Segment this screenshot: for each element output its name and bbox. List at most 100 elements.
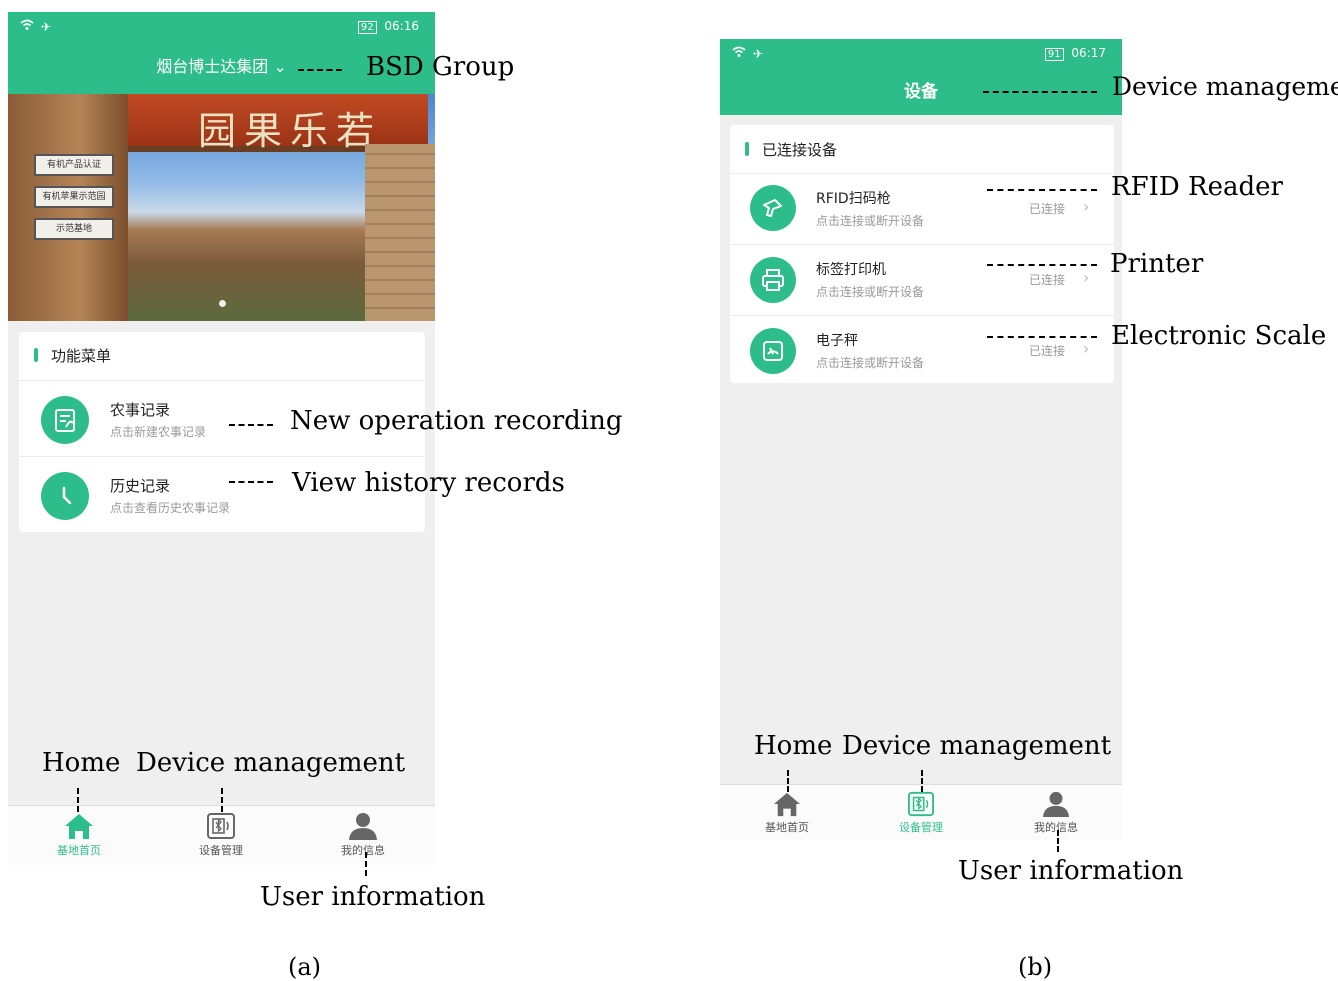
leader-line [298, 69, 342, 71]
leader-line [983, 91, 1097, 93]
airplane-icon: ✈ [752, 47, 766, 61]
leader-line [987, 336, 1097, 338]
scanner-icon [750, 185, 796, 231]
banner-gate-sign: 园果乐若 [198, 109, 383, 153]
menu-item-title: 农事记录 [110, 401, 171, 419]
tab-user-info[interactable]: 我的信息 [1006, 791, 1106, 835]
annotation-device-mgmt-b: Device management [842, 731, 1112, 761]
banner-pillar-right [365, 144, 435, 321]
clock-icon [41, 472, 89, 520]
wifi-icon [732, 46, 746, 57]
notebook-icon [41, 396, 89, 444]
annotation-rfid: RFID Reader [1111, 172, 1283, 202]
section-marker [745, 142, 749, 156]
tab-device-management[interactable]: 设备管理 [171, 812, 271, 858]
tab-device-management[interactable]: 设备管理 [871, 791, 971, 835]
tab-user-info[interactable]: 我的信息 [313, 812, 413, 858]
tab-home[interactable]: 基地首页 [29, 812, 129, 858]
banner-carousel[interactable]: 园果乐若 有机产品认证 有机苹果示范园 示范基地 [8, 94, 435, 321]
annotation-user-info-a: User information [260, 882, 486, 912]
annotation-scale: Electronic Scale [1111, 321, 1327, 351]
annotation-printer: Printer [1110, 249, 1204, 279]
home-icon [774, 792, 800, 817]
device-status: 已连接 [1029, 202, 1066, 216]
tab-label: 基地首页 [765, 821, 809, 834]
tab-label: 基地首页 [57, 844, 101, 857]
wifi-icon [20, 19, 34, 30]
leader-line [229, 481, 273, 483]
device-icon [207, 813, 235, 839]
phone-screen-b: ✈ 91 06:17 设备 已连接设备 RFID扫码枪 点击连接或断开设备 已连… [720, 39, 1122, 840]
menu-item-subtitle: 点击新建农事记录 [110, 425, 207, 439]
leader-line [77, 788, 79, 812]
leader-line [987, 189, 1097, 191]
status-time: 06:17 [1071, 46, 1106, 60]
banner-sign-1: 有机产品认证 [34, 154, 114, 176]
home-icon [65, 814, 93, 839]
annotation-home-a: Home [42, 748, 121, 778]
tab-label: 我的信息 [1034, 821, 1078, 834]
device-status: 已连接 [1029, 344, 1066, 358]
caption-b: (b) [1018, 953, 1053, 981]
scale-icon [750, 328, 796, 374]
device-title: 电子秤 [816, 333, 858, 349]
user-icon [349, 813, 377, 840]
header-title: 烟台博士达集团 [156, 57, 269, 76]
leader-line [921, 770, 923, 792]
user-icon [1043, 791, 1069, 817]
banner-sign-2: 有机苹果示范园 [34, 186, 114, 208]
carousel-dot[interactable] [219, 300, 226, 307]
section-title: 功能菜单 [51, 347, 112, 365]
section-title: 已连接设备 [762, 141, 838, 159]
device-status: 已连接 [1029, 273, 1066, 287]
device-row-scale[interactable]: 电子秤 点击连接或断开设备 已连接 › [730, 316, 1114, 383]
menu-item-subtitle: 点击查看历史农事记录 [110, 501, 231, 515]
device-row-rfid[interactable]: RFID扫码枪 点击连接或断开设备 已连接 › [730, 174, 1114, 244]
annotation-user-info-b: User information [958, 856, 1184, 886]
leader-line [1057, 830, 1059, 852]
group-selector[interactable]: 烟台博士达集团 ⌄ [156, 57, 287, 76]
annotation-view-history: View history records [292, 468, 565, 498]
tab-label: 我的信息 [341, 844, 385, 857]
tab-label: 设备管理 [199, 844, 243, 857]
chevron-right-icon: › [1083, 197, 1090, 216]
phone-screen-a: ✈ 92 06:16 烟台博士达集团 ⌄ 园果乐若 有机产品认证 有机苹果示范园… [8, 12, 435, 865]
status-bar: ✈ 91 06:17 [720, 39, 1122, 69]
tab-label: 设备管理 [899, 821, 943, 834]
status-bar: ✈ 92 06:16 [8, 12, 435, 42]
connected-devices-card: 已连接设备 RFID扫码枪 点击连接或断开设备 已连接 › 标签打印机 点击连接… [730, 125, 1114, 383]
leader-line [365, 852, 367, 876]
device-subtitle: 点击连接或断开设备 [816, 356, 925, 370]
device-row-printer[interactable]: 标签打印机 点击连接或断开设备 已连接 › [730, 245, 1114, 315]
header-title: 设备 [904, 82, 938, 102]
menu-item-title: 历史记录 [110, 477, 171, 495]
device-title: RFID扫码枪 [816, 191, 891, 207]
device-subtitle: 点击连接或断开设备 [816, 285, 925, 299]
leader-line [221, 788, 223, 812]
bottom-tab-bar: 基地首页 设备管理 我的信息 [720, 784, 1122, 840]
device-subtitle: 点击连接或断开设备 [816, 214, 925, 228]
chevron-down-icon: ⌄ [268, 57, 287, 76]
annotation-bsd-group: BSD Group [366, 52, 515, 82]
bottom-tab-bar: 基地首页 设备管理 我的信息 [8, 805, 435, 865]
status-icons-left: ✈ [20, 19, 54, 34]
tab-home[interactable]: 基地首页 [737, 791, 837, 835]
annotation-device-mgmt-a: Device management [136, 748, 406, 778]
annotation-new-operation: New operation recording [290, 406, 623, 436]
chevron-right-icon: › [1083, 339, 1090, 358]
leader-line [987, 264, 1097, 266]
device-title: 标签打印机 [816, 262, 886, 278]
banner-sign-3: 示范基地 [34, 218, 114, 240]
chevron-right-icon: › [1083, 268, 1090, 287]
status-time: 06:16 [384, 19, 419, 33]
airplane-icon: ✈ [40, 20, 54, 34]
battery-level: 92 [357, 21, 377, 34]
leader-line [229, 424, 273, 426]
carousel-dots[interactable] [216, 292, 229, 311]
status-icons-right: 92 06:16 [357, 19, 419, 34]
printer-icon [750, 257, 796, 303]
status-icons-right: 91 06:17 [1044, 46, 1106, 61]
section-marker [34, 348, 38, 362]
leader-line [787, 770, 789, 792]
caption-a: (a) [288, 953, 322, 981]
